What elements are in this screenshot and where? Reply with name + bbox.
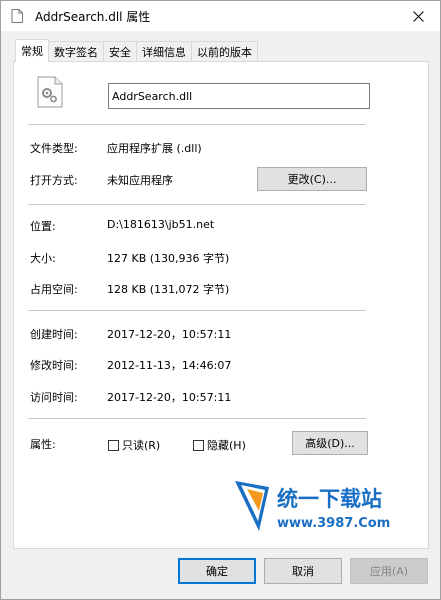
watermark-name: 统一下载站 — [277, 487, 382, 511]
open-with-value: 未知应用程序 — [107, 174, 173, 187]
close-icon — [412, 10, 424, 22]
divider — [28, 418, 366, 419]
readonly-checkbox[interactable]: 只读(R) — [108, 437, 160, 453]
properties-window: AddrSearch.dll 属性 常规 数字签名 安全 详细信息 以前的版本 … — [0, 0, 441, 600]
tab-security[interactable]: 安全 — [103, 41, 137, 61]
apply-button[interactable]: 应用(A) — [350, 558, 428, 584]
created-value: 2017-12-20，10:57:11 — [107, 328, 232, 341]
window-title: AddrSearch.dll 属性 — [35, 10, 151, 24]
attributes-label: 属性: — [30, 438, 56, 451]
checkbox-box[interactable] — [108, 439, 119, 451]
accessed-value: 2017-12-20，10:57:11 — [107, 391, 232, 404]
close-button[interactable] — [396, 1, 440, 31]
change-button[interactable]: 更改(C)... — [257, 167, 367, 191]
location-label: 位置: — [30, 220, 56, 233]
hidden-checkbox[interactable]: 隐藏(H) — [193, 437, 246, 453]
tab-digital-signatures[interactable]: 数字签名 — [48, 41, 104, 61]
advanced-button[interactable]: 高级(D)... — [292, 431, 368, 455]
modified-value: 2012-11-13，14:46:07 — [107, 359, 232, 372]
size-value: 127 KB (130,936 字节) — [107, 252, 230, 265]
created-label: 创建时间: — [30, 328, 78, 341]
hidden-label: 隐藏(H) — [207, 439, 246, 452]
readonly-label: 只读(R) — [122, 439, 161, 452]
dll-file-icon — [37, 76, 63, 108]
file-type-value: 应用程序扩展 (.dll) — [107, 142, 202, 155]
watermark-url: www.3987.Com — [277, 516, 390, 531]
file-type-label: 文件类型: — [30, 142, 78, 155]
tab-details[interactable]: 详细信息 — [136, 41, 192, 61]
tab-general[interactable]: 常规 — [15, 39, 49, 62]
document-icon — [11, 9, 23, 23]
size-on-disk-value: 128 KB (131,072 字节) — [107, 283, 230, 296]
cancel-button[interactable]: 取消 — [264, 558, 342, 584]
watermark-logo: 统一下载站 www.3987.Com — [235, 481, 390, 531]
location-value: D:\181613\jb51.net — [107, 218, 215, 231]
divider — [28, 204, 366, 205]
divider — [28, 124, 366, 125]
modified-label: 修改时间: — [30, 359, 78, 372]
size-label: 大小: — [30, 252, 56, 265]
title-bar[interactable]: AddrSearch.dll 属性 — [1, 1, 440, 31]
tab-strip: 常规 数字签名 安全 详细信息 以前的版本 — [15, 39, 258, 62]
divider — [28, 310, 366, 311]
tab-previous-versions[interactable]: 以前的版本 — [191, 41, 258, 61]
open-with-label: 打开方式: — [30, 174, 78, 187]
size-on-disk-label: 占用空间: — [30, 283, 78, 296]
accessed-label: 访问时间: — [30, 391, 78, 404]
ok-button[interactable]: 确定 — [178, 558, 256, 584]
checkbox-box[interactable] — [193, 439, 204, 451]
filename-field[interactable] — [108, 83, 370, 109]
